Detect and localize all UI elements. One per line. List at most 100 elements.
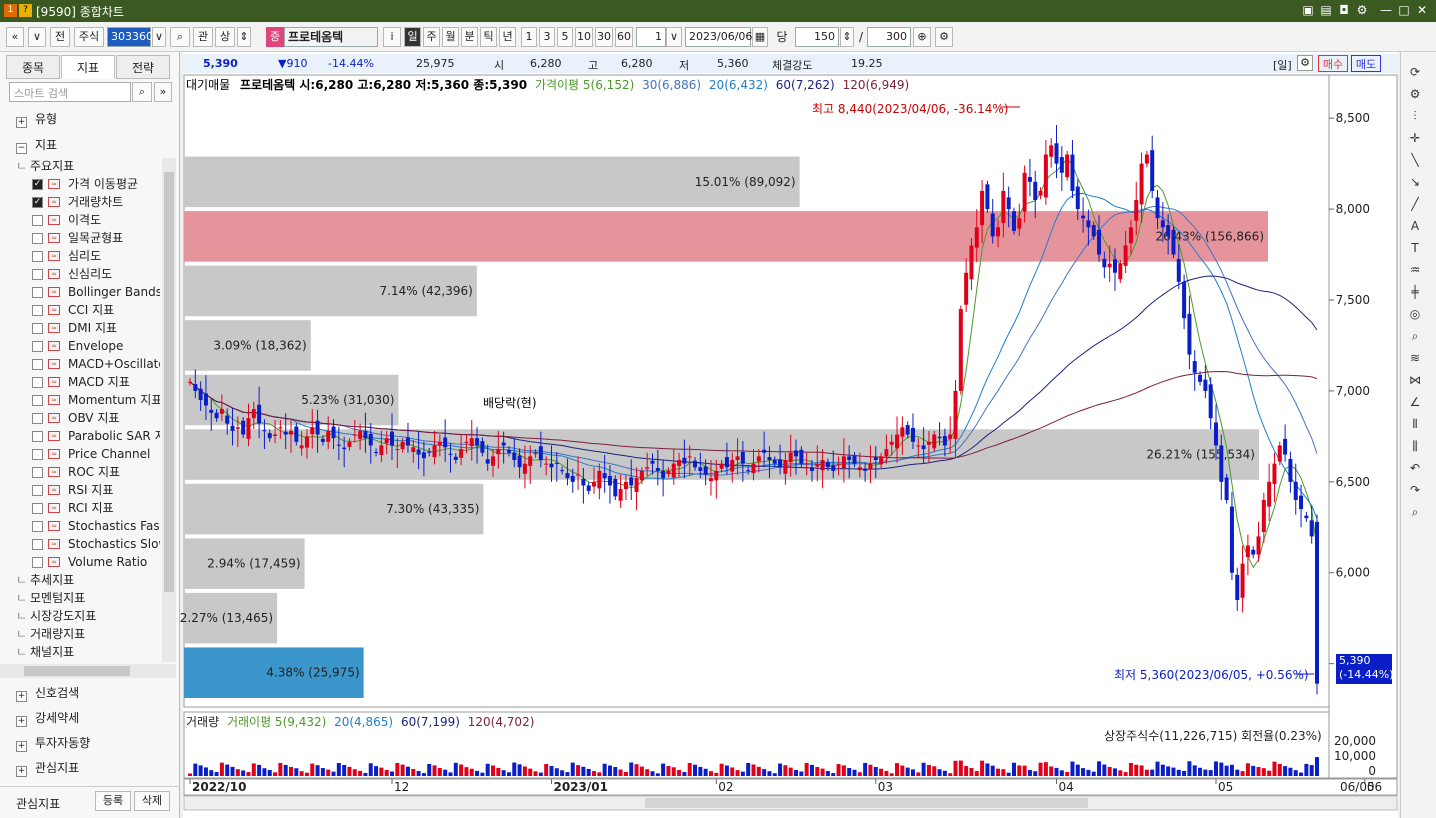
candle-body — [687, 456, 692, 458]
volume-bar — [299, 771, 304, 776]
vlegend-ma60: 60(7,199) — [400, 715, 460, 729]
chart-icon[interactable]: ⫶ — [1406, 108, 1424, 124]
candle-body — [873, 457, 878, 460]
strength-value: 19.25 — [851, 57, 883, 70]
volume-bar — [358, 770, 363, 776]
volume-bar — [942, 770, 947, 776]
price-legend: 대기매물 프로테옴텍 시:6,280 고:6,280 저:5,360 종:5,3… — [186, 76, 909, 94]
volume-bar — [506, 772, 511, 776]
volume-bar — [969, 768, 974, 776]
volume-bar — [501, 770, 506, 776]
volume-bar — [347, 766, 352, 776]
volume-bar — [708, 771, 713, 776]
undo-icon[interactable]: ↶ — [1406, 460, 1424, 476]
volume-profile-label: 4.38% (25,975) — [266, 666, 359, 680]
volume-bar — [544, 764, 549, 776]
volume-bar — [400, 764, 405, 776]
volume-bar — [517, 764, 522, 776]
candle-body — [1043, 154, 1048, 198]
candle-body — [374, 452, 379, 453]
candle-body — [1245, 545, 1250, 558]
magnify-icon[interactable]: ⌕ — [1406, 328, 1424, 344]
candle-body — [326, 430, 331, 442]
candle-body — [368, 433, 373, 446]
volume-bar — [788, 767, 793, 776]
crosshair-icon[interactable]: ✛ — [1406, 130, 1424, 146]
grid-icon[interactable]: ⦀ — [1406, 416, 1424, 432]
columns-icon[interactable]: ⫼ — [1406, 438, 1424, 454]
candle-body — [910, 428, 915, 442]
volume-bar — [1261, 768, 1266, 776]
candle-body — [1304, 515, 1309, 519]
fibo-icon[interactable]: ≋ — [1406, 350, 1424, 366]
gear-icon[interactable]: ⚙ — [1406, 86, 1424, 102]
volume-bar — [650, 771, 655, 776]
volume-bar — [304, 772, 309, 776]
volume-bar — [719, 763, 724, 776]
search-icon[interactable]: ⌕ — [1406, 504, 1424, 520]
volume-bar — [1081, 768, 1086, 776]
candle-body — [289, 430, 294, 435]
volume-bar — [735, 770, 740, 776]
candle-body — [1198, 374, 1203, 382]
candle-body — [996, 227, 1001, 237]
volume-bar — [592, 771, 597, 776]
candle-body — [1134, 200, 1139, 221]
candle-body — [1267, 481, 1272, 507]
volume-bar — [432, 765, 437, 776]
candle-body — [714, 470, 719, 481]
volume-profile-label: 26.21% (155,534) — [1146, 448, 1255, 462]
line-icon[interactable]: ╱ — [1406, 196, 1424, 212]
candle-body — [475, 438, 480, 446]
redo-icon[interactable]: ↷ — [1406, 482, 1424, 498]
auto-icon[interactable]: A — [1406, 218, 1424, 234]
volume-bar — [533, 771, 538, 776]
trendline-icon[interactable]: ╲ — [1406, 152, 1424, 168]
volume-bar — [661, 763, 666, 776]
y-tick-label: 8,500 — [1336, 111, 1370, 125]
candle-body — [347, 441, 352, 447]
volume-bar — [491, 765, 496, 776]
candle-body — [735, 456, 740, 460]
candle-body — [416, 449, 421, 455]
angle-icon[interactable]: ∠ — [1406, 394, 1424, 410]
chart-scroll-thumb[interactable] — [645, 798, 1088, 808]
candle-body — [1107, 263, 1112, 268]
candle-body — [219, 409, 224, 414]
sell-button[interactable]: 매도 — [1351, 55, 1381, 72]
strip-settings-icon[interactable]: ⚙ — [1297, 55, 1313, 71]
refresh-icon[interactable]: ⟳ — [1406, 64, 1424, 80]
pattern-icon[interactable]: ♒ — [1406, 262, 1424, 278]
buy-button[interactable]: 매수 — [1318, 55, 1348, 72]
volume-bar — [448, 772, 453, 776]
gann-icon[interactable]: ⋈ — [1406, 372, 1424, 388]
last-price: 5,390 — [1339, 654, 1371, 667]
candle-body — [1203, 379, 1208, 391]
volume-bar — [825, 771, 830, 776]
listed-shares: 상장주식수(11,226,715) 회전율(0.23%) — [1104, 729, 1322, 743]
candle-body — [639, 470, 644, 481]
candle-body — [916, 445, 921, 447]
volume-bar — [198, 765, 203, 776]
volume-bar — [496, 767, 501, 776]
price-chart[interactable]: 15.01% (89,092)26.43% (156,866)7.14% (42… — [0, 0, 1436, 818]
ray-icon[interactable]: ↘ — [1406, 174, 1424, 190]
volume-bar — [1160, 764, 1165, 776]
volume-bar — [214, 772, 219, 776]
candle-body — [560, 470, 565, 472]
candle-body — [565, 473, 570, 479]
candle-body — [682, 457, 687, 464]
zoom-icon[interactable]: ◎ — [1406, 306, 1424, 322]
candle-body — [1272, 463, 1277, 484]
volume-profile-bar — [184, 211, 1268, 262]
volume-bar — [1049, 766, 1054, 776]
candle-body — [496, 449, 501, 455]
volume-bar — [219, 762, 224, 776]
candle-body — [464, 441, 469, 443]
period-indicator[interactable]: [일] — [1273, 57, 1292, 73]
volume-bar — [475, 770, 480, 776]
text-icon[interactable]: T — [1406, 240, 1424, 256]
candle-body — [1027, 177, 1032, 182]
candle-icon[interactable]: ╪ — [1406, 284, 1424, 300]
volume-bar — [1118, 770, 1123, 776]
